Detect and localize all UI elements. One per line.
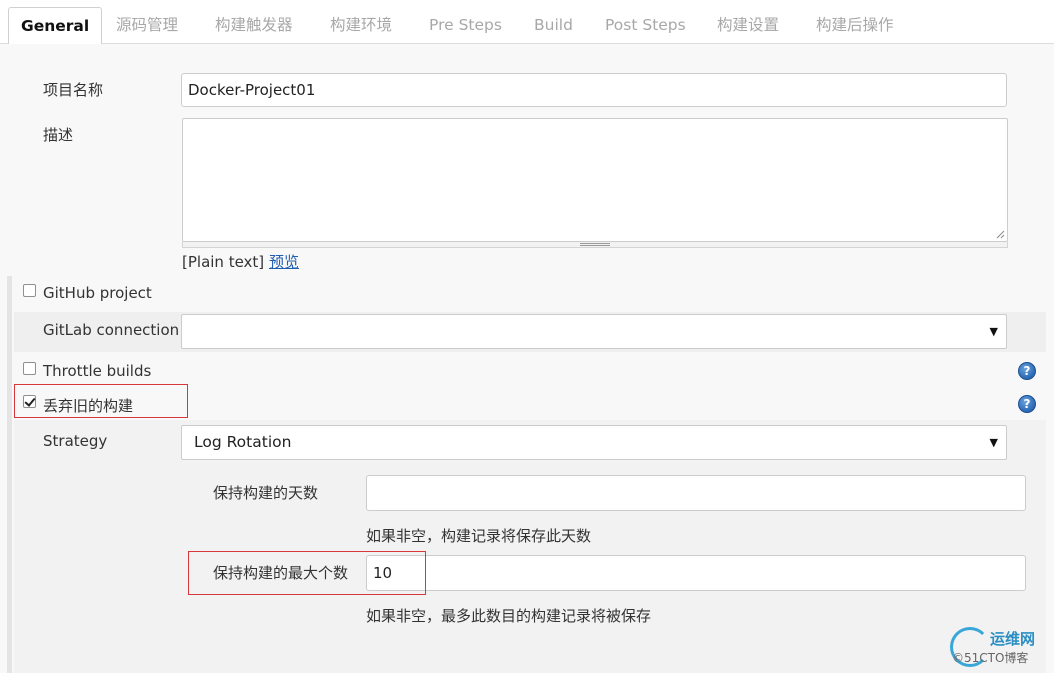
github-project-label[interactable]: GitHub project bbox=[43, 284, 152, 302]
throttle-builds-checkbox[interactable] bbox=[23, 362, 36, 375]
days-to-keep-label: 保持构建的天数 bbox=[213, 484, 319, 502]
strategy-label: Strategy bbox=[43, 432, 108, 450]
highlight-box-max-builds bbox=[188, 551, 426, 595]
tab-build-environment[interactable]: 构建环境 bbox=[318, 7, 404, 44]
plain-text-label: [Plain text] bbox=[182, 253, 265, 271]
tab-build-triggers[interactable]: 构建触发器 bbox=[203, 7, 305, 44]
gitlab-connection-label: GitLab connection bbox=[43, 321, 180, 339]
form-area: 项目名称 Docker-Project01 描述 [Plain text] 预览… bbox=[0, 44, 1054, 673]
strategy-select[interactable]: Log Rotation ▼ bbox=[181, 425, 1007, 460]
help-icon[interactable]: ? bbox=[1018, 395, 1036, 413]
tab-general[interactable]: General bbox=[8, 7, 103, 45]
throttle-builds-label[interactable]: Throttle builds bbox=[43, 362, 151, 380]
tab-source-code-management[interactable]: 源码管理 bbox=[104, 7, 190, 44]
config-tabbar: General 源码管理 构建触发器 构建环境 Pre Steps Build … bbox=[0, 0, 1054, 45]
tab-pre-steps[interactable]: Pre Steps bbox=[417, 7, 514, 44]
project-name-label: 项目名称 bbox=[43, 81, 104, 99]
section-indent-bar bbox=[7, 276, 12, 673]
tab-build[interactable]: Build bbox=[522, 7, 585, 44]
jenkins-config-page: General 源码管理 构建触发器 构建环境 Pre Steps Build … bbox=[0, 0, 1054, 673]
tab-post-build-actions[interactable]: 构建后操作 bbox=[804, 7, 906, 44]
watermark-text: 运维网 bbox=[990, 630, 1036, 648]
help-icon[interactable]: ? bbox=[1018, 362, 1036, 380]
github-project-checkbox[interactable] bbox=[23, 284, 36, 297]
strategy-value: Log Rotation bbox=[194, 433, 292, 451]
gitlab-connection-select[interactable]: ▼ bbox=[181, 314, 1007, 349]
days-to-keep-input[interactable] bbox=[366, 475, 1026, 511]
watermark: 运维网 ©51CTO博客 bbox=[950, 625, 1054, 673]
description-label: 描述 bbox=[43, 126, 74, 144]
watermark-subtext: ©51CTO博客 bbox=[952, 651, 1029, 665]
project-name-input[interactable]: Docker-Project01 bbox=[181, 73, 1007, 107]
max-builds-input[interactable]: 10 bbox=[366, 555, 1026, 591]
format-info: [Plain text] 预览 bbox=[182, 251, 299, 272]
tab-build-settings[interactable]: 构建设置 bbox=[705, 7, 791, 44]
highlight-box-discard bbox=[14, 384, 188, 418]
resize-grip-icon[interactable] bbox=[996, 230, 1005, 239]
days-to-keep-hint: 如果非空，构建记录将保存此天数 bbox=[366, 527, 592, 545]
grip-icon bbox=[580, 243, 610, 246]
tab-post-steps[interactable]: Post Steps bbox=[593, 7, 698, 44]
max-builds-hint: 如果非空，最多此数目的构建记录将被保存 bbox=[366, 607, 652, 625]
chevron-down-icon: ▼ bbox=[989, 436, 998, 449]
textarea-resize-handle[interactable] bbox=[182, 242, 1008, 248]
chevron-down-icon: ▼ bbox=[989, 325, 998, 338]
preview-link[interactable]: 预览 bbox=[269, 253, 299, 271]
description-textarea[interactable] bbox=[182, 118, 1008, 242]
